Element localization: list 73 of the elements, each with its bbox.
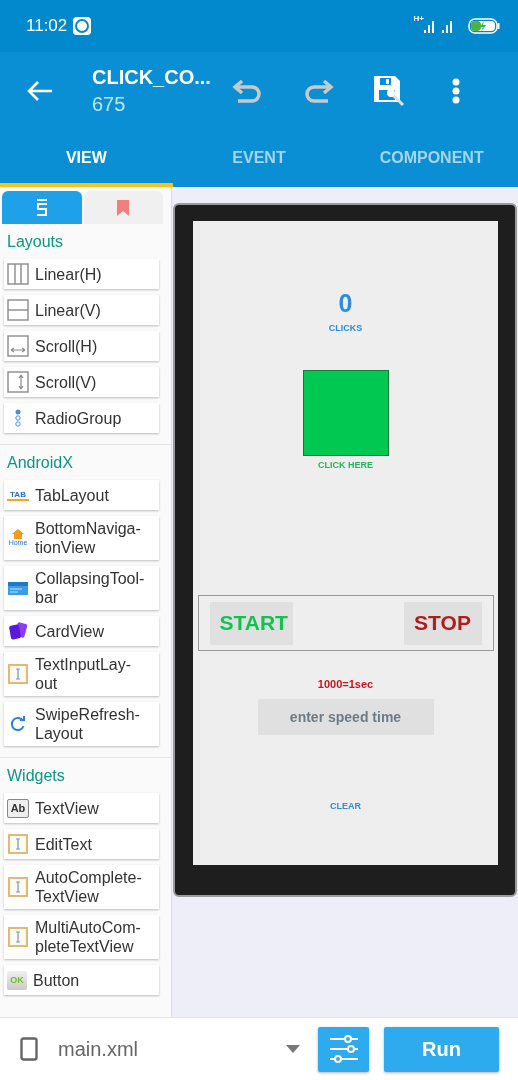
widgets-icon (34, 197, 49, 218)
horizontal-scroll-icon (7, 335, 29, 357)
text-field-icon (7, 833, 29, 855)
palette-item[interactable]: OK Button (4, 965, 159, 995)
section-header: AndroidX (7, 454, 74, 472)
item-label: EditText (35, 834, 92, 855)
palette-item[interactable]: CardView (4, 616, 159, 646)
palette-item[interactable]: AutoComplete-TextView (4, 865, 159, 909)
palette-item[interactable]: Scroll(H) (4, 331, 159, 361)
item-label: Scroll(V) (35, 372, 97, 393)
sliders-icon (328, 1035, 359, 1063)
more-options-icon[interactable] (452, 78, 460, 104)
palette-item[interactable]: TextInputLay-out (4, 652, 159, 696)
click-area-label: CLICK HERE (318, 460, 373, 470)
item-label: MultiAutoCom-pleteTextView (35, 918, 141, 957)
settings-button[interactable] (318, 1026, 369, 1072)
columns-layout-icon (7, 263, 29, 285)
palette-item[interactable]: TAB TabLayout (4, 480, 159, 510)
text-field-icon (7, 876, 29, 898)
dropdown-caret-icon (286, 1045, 300, 1053)
item-label: CardView (35, 621, 105, 642)
back-icon[interactable] (26, 79, 54, 103)
palette-item[interactable]: EditText (4, 829, 159, 859)
save-icon[interactable] (372, 74, 406, 108)
file-icon (20, 1037, 38, 1061)
clock-time: 11:02 (26, 16, 68, 36)
palette-item[interactable]: Scroll(V) (4, 367, 159, 397)
text-field-icon (7, 926, 29, 948)
stop-button[interactable]: STOP (403, 601, 482, 645)
palette-item[interactable]: RadioGroup (4, 403, 159, 433)
click-counter: 0 (338, 289, 353, 318)
network-type: H+ (413, 14, 424, 23)
vertical-scroll-icon (7, 371, 29, 393)
rows-layout-icon (7, 299, 29, 321)
text-field-icon (7, 663, 29, 685)
section-header: Widgets (7, 767, 66, 785)
item-label: TabLayout (35, 485, 109, 506)
item-label: BottomNaviga-tionView (35, 519, 141, 558)
click-area[interactable] (302, 370, 389, 456)
speed-hint: 1000=1sec (317, 678, 374, 690)
item-label: CollapsingTool-bar (35, 569, 145, 608)
file-dropdown[interactable]: main.xml (20, 1018, 300, 1080)
item-label: Linear(V) (35, 300, 101, 321)
undo-icon[interactable] (232, 77, 264, 105)
palette-item[interactable]: MultiAutoCom-pleteTextView (4, 915, 159, 959)
item-label: RadioGroup (35, 408, 122, 429)
section-header: Layouts (7, 233, 65, 251)
item-label: AutoComplete-TextView (35, 868, 142, 907)
redo-icon[interactable] (302, 77, 334, 105)
project-id: 675 (92, 93, 127, 116)
palette-item[interactable]: Linear(V) (4, 295, 159, 325)
button-icon: OK (7, 970, 27, 990)
battery-icon (468, 18, 500, 34)
palette-item[interactable]: Linear(H) (4, 259, 159, 289)
speed-input-field[interactable]: enter speed time (257, 699, 434, 735)
palette-tab[interactable] (83, 191, 163, 224)
cards-icon (7, 620, 29, 642)
item-label: SwipeRefresh-Layout (35, 705, 140, 744)
palette-tab[interactable] (2, 191, 82, 224)
text-view-icon: Ab (7, 798, 29, 818)
project-title: CLICK_CO... (92, 66, 212, 89)
app-badge-icon (73, 17, 92, 35)
bookmark-icon (117, 199, 130, 216)
counter-label: CLICKS (328, 323, 363, 333)
item-label: TextInputLay-out (35, 655, 132, 694)
palette-item[interactable]: CollapsingTool-bar (4, 566, 159, 610)
item-label: Button (33, 970, 80, 991)
item-label: Scroll(H) (35, 336, 98, 357)
radio-options-icon (15, 409, 21, 427)
palette-item[interactable]: Ab TextView (4, 793, 159, 823)
item-label: Linear(H) (35, 264, 102, 285)
palette-item[interactable]: SwipeRefresh-Layout (4, 702, 159, 746)
item-label: TextView (35, 798, 99, 819)
